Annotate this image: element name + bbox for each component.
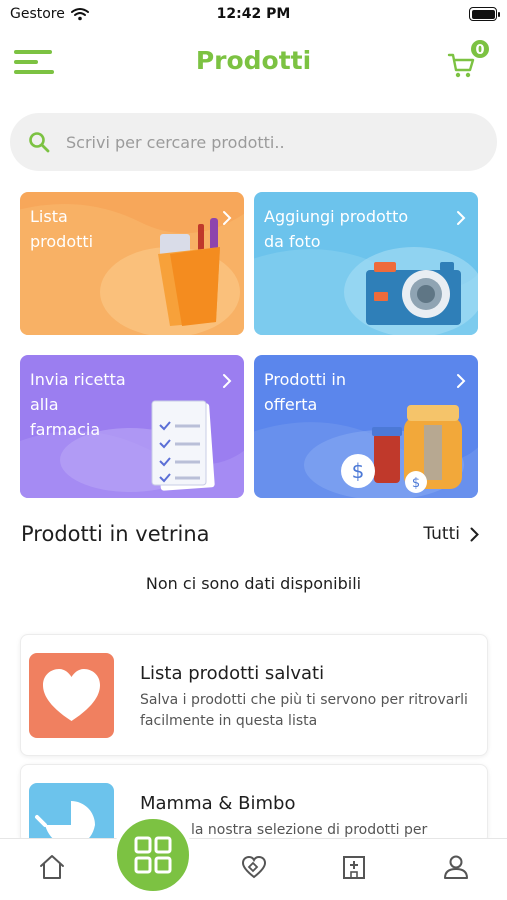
grid-icon: [134, 836, 172, 874]
bottom-nav: [0, 838, 507, 900]
tile-products-on-offer[interactable]: $ $ Prodotti in offerta: [254, 355, 478, 498]
chevron-right-icon: [470, 527, 479, 541]
nav-profile[interactable]: [436, 853, 476, 887]
status-time: 12:42 PM: [216, 6, 291, 22]
card-description: Salva i prodotti che più ti servono per …: [140, 692, 468, 729]
nav-home[interactable]: [32, 853, 72, 887]
heart-hand-icon: [241, 855, 267, 879]
tile-label: Aggiungi prodotto da foto: [264, 207, 409, 251]
app-header: Prodotti 0: [0, 30, 507, 92]
tile-label: Invia ricetta alla farmacia: [30, 370, 126, 439]
tile-product-list[interactable]: Lista prodotti: [20, 192, 244, 335]
card-saved-products[interactable]: Lista prodotti salvati Salva i prodotti …: [20, 634, 488, 756]
cart-button[interactable]: 0: [447, 38, 491, 82]
see-all-label: Tutti: [423, 524, 460, 544]
card-title: Mamma & Bimbo: [140, 793, 296, 814]
home-icon: [40, 855, 64, 879]
svg-text:$: $: [412, 476, 420, 491]
nav-favorites[interactable]: [234, 853, 274, 887]
card-mother-baby[interactable]: Mamma & Bimbo la nostra selezione di pro…: [20, 764, 488, 844]
see-all-link[interactable]: Tutti: [423, 524, 479, 544]
empty-state-text: Non ci sono dati disponibili: [145, 574, 362, 593]
section-title: Prodotti in vetrina: [21, 522, 210, 546]
tile-label: Prodotti in offerta: [264, 370, 346, 414]
card-icon-box: [29, 783, 114, 843]
status-bar: Gestore 12:42 PM: [0, 0, 507, 30]
tile-add-product-photo[interactable]: Aggiungi prodotto da foto: [254, 192, 478, 335]
tile-send-prescription[interactable]: Invia ricetta alla farmacia: [20, 355, 244, 498]
chevron-right-icon: [223, 374, 232, 388]
page-title: Prodotti: [195, 46, 312, 75]
user-icon: [444, 855, 468, 879]
svg-text:$: $: [352, 459, 365, 483]
nav-pharmacy[interactable]: [334, 853, 374, 887]
stroller-icon: [35, 801, 95, 843]
search-icon: [29, 132, 50, 153]
chevron-right-icon: [457, 374, 466, 388]
card-title: Lista prodotti salvati: [140, 663, 325, 684]
cart-count-badge: 0: [469, 38, 491, 60]
chevron-right-icon: [457, 211, 466, 225]
card-icon-box: [29, 653, 114, 738]
nav-categories-button[interactable]: [113, 815, 193, 895]
search-input[interactable]: [66, 132, 466, 152]
heart-icon: [43, 669, 100, 721]
tile-label: Lista prodotti: [30, 207, 94, 251]
pharmacy-icon: [343, 856, 365, 879]
chevron-right-icon: [223, 211, 232, 225]
search-bar[interactable]: [10, 113, 497, 171]
battery-icon: [469, 7, 500, 21]
